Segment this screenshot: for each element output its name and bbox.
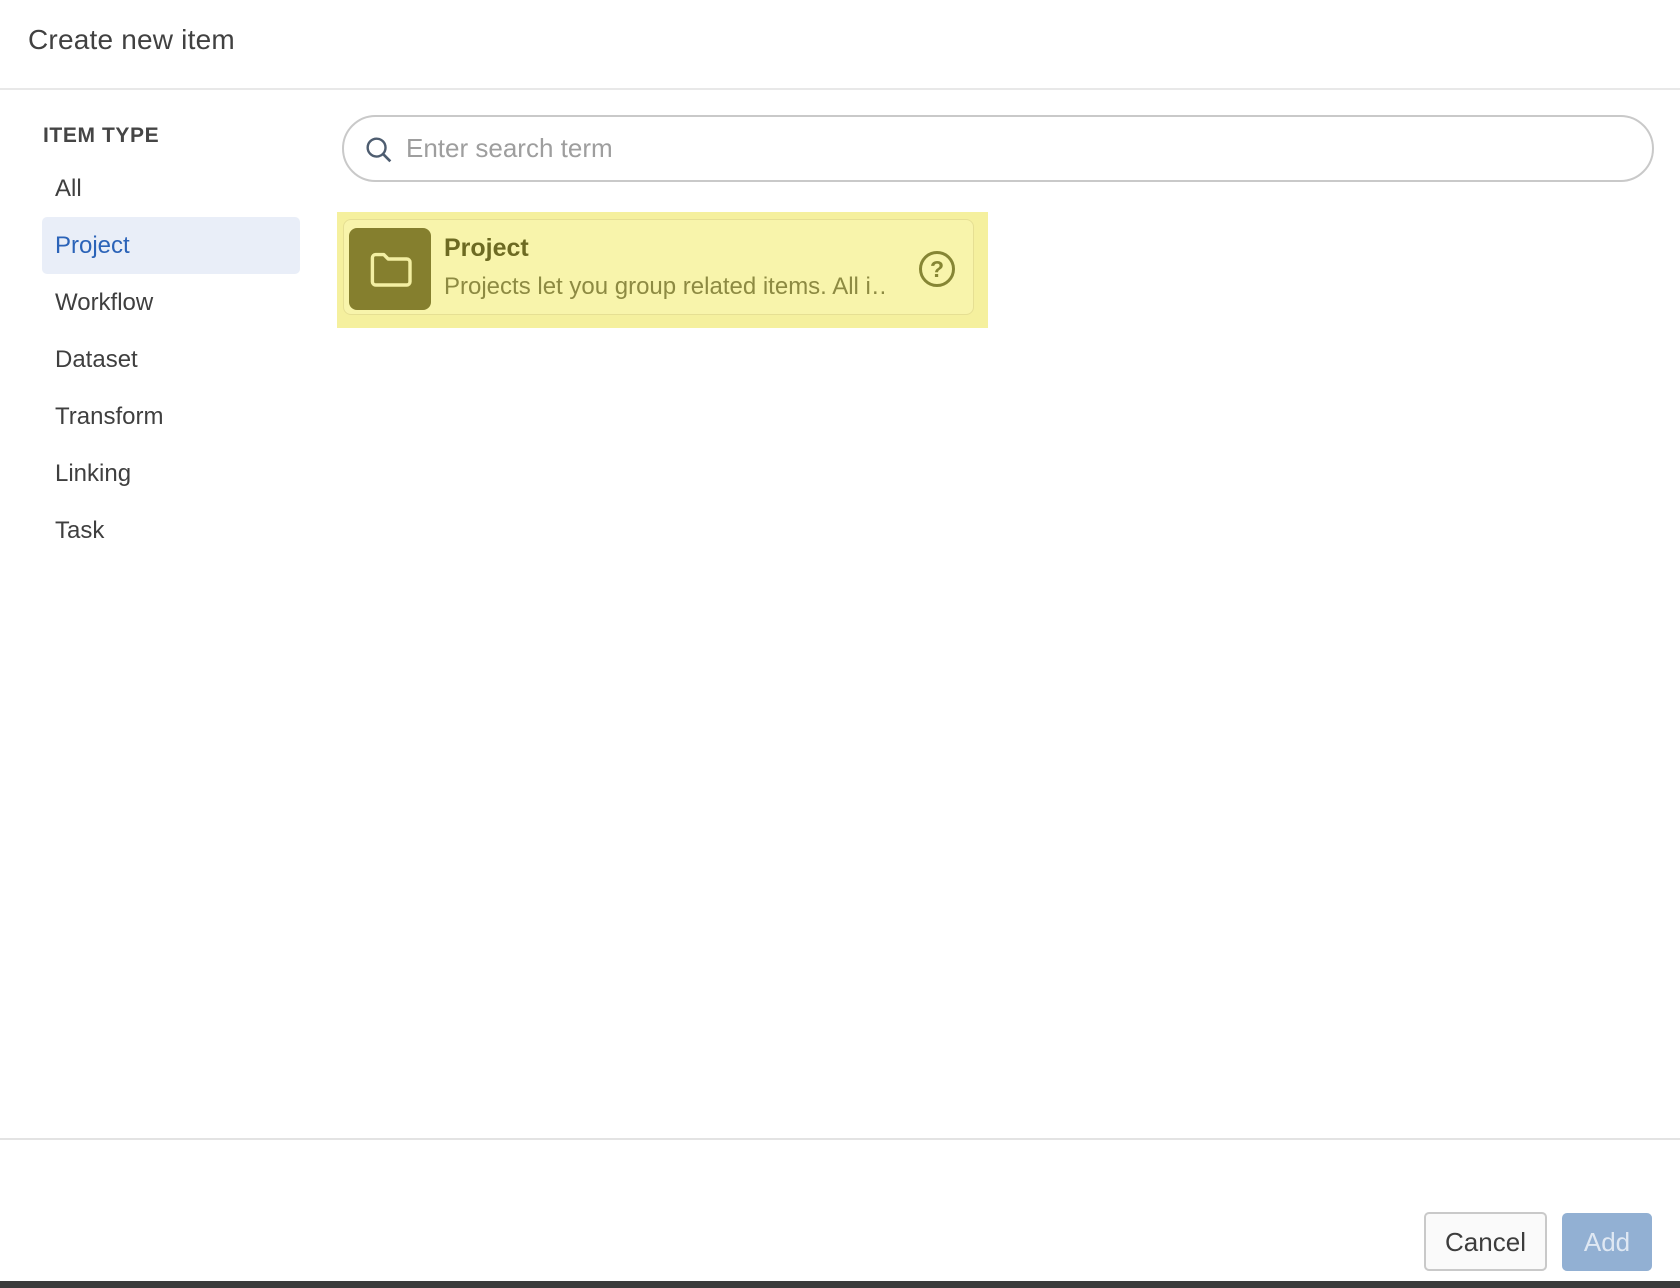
footer-divider xyxy=(0,1138,1680,1140)
help-icon[interactable]: ? xyxy=(919,251,955,287)
card-text: Project Projects let you group related i… xyxy=(444,233,884,301)
search-input[interactable] xyxy=(406,119,1636,178)
sidebar-item-task[interactable]: Task xyxy=(42,502,300,559)
folder-icon xyxy=(349,228,431,310)
sidebar-item-workflow[interactable]: Workflow xyxy=(42,274,300,331)
sidebar-item-project[interactable]: Project xyxy=(42,217,300,274)
highlight-overlay: Project Projects let you group related i… xyxy=(337,212,988,328)
search-box xyxy=(342,115,1654,182)
item-type-heading: ITEM TYPE xyxy=(43,124,159,148)
card-description: Projects let you group related items. Al… xyxy=(444,273,884,301)
add-button[interactable]: Add xyxy=(1562,1213,1652,1271)
sidebar-item-all[interactable]: All xyxy=(42,160,300,217)
project-result-card[interactable]: Project Projects let you group related i… xyxy=(343,219,974,315)
item-type-nav: All Project Workflow Dataset Transform L… xyxy=(42,160,300,559)
bottom-bar xyxy=(0,1281,1680,1288)
header-divider xyxy=(0,88,1680,90)
dialog-title: Create new item xyxy=(28,24,235,56)
cancel-button[interactable]: Cancel xyxy=(1424,1212,1547,1271)
create-new-item-dialog: Create new item ITEM TYPE All Project Wo… xyxy=(0,0,1680,1288)
sidebar-item-dataset[interactable]: Dataset xyxy=(42,331,300,388)
sidebar-item-linking[interactable]: Linking xyxy=(42,445,300,502)
card-title: Project xyxy=(444,233,884,263)
sidebar-item-transform[interactable]: Transform xyxy=(42,388,300,445)
search-icon xyxy=(362,133,396,167)
